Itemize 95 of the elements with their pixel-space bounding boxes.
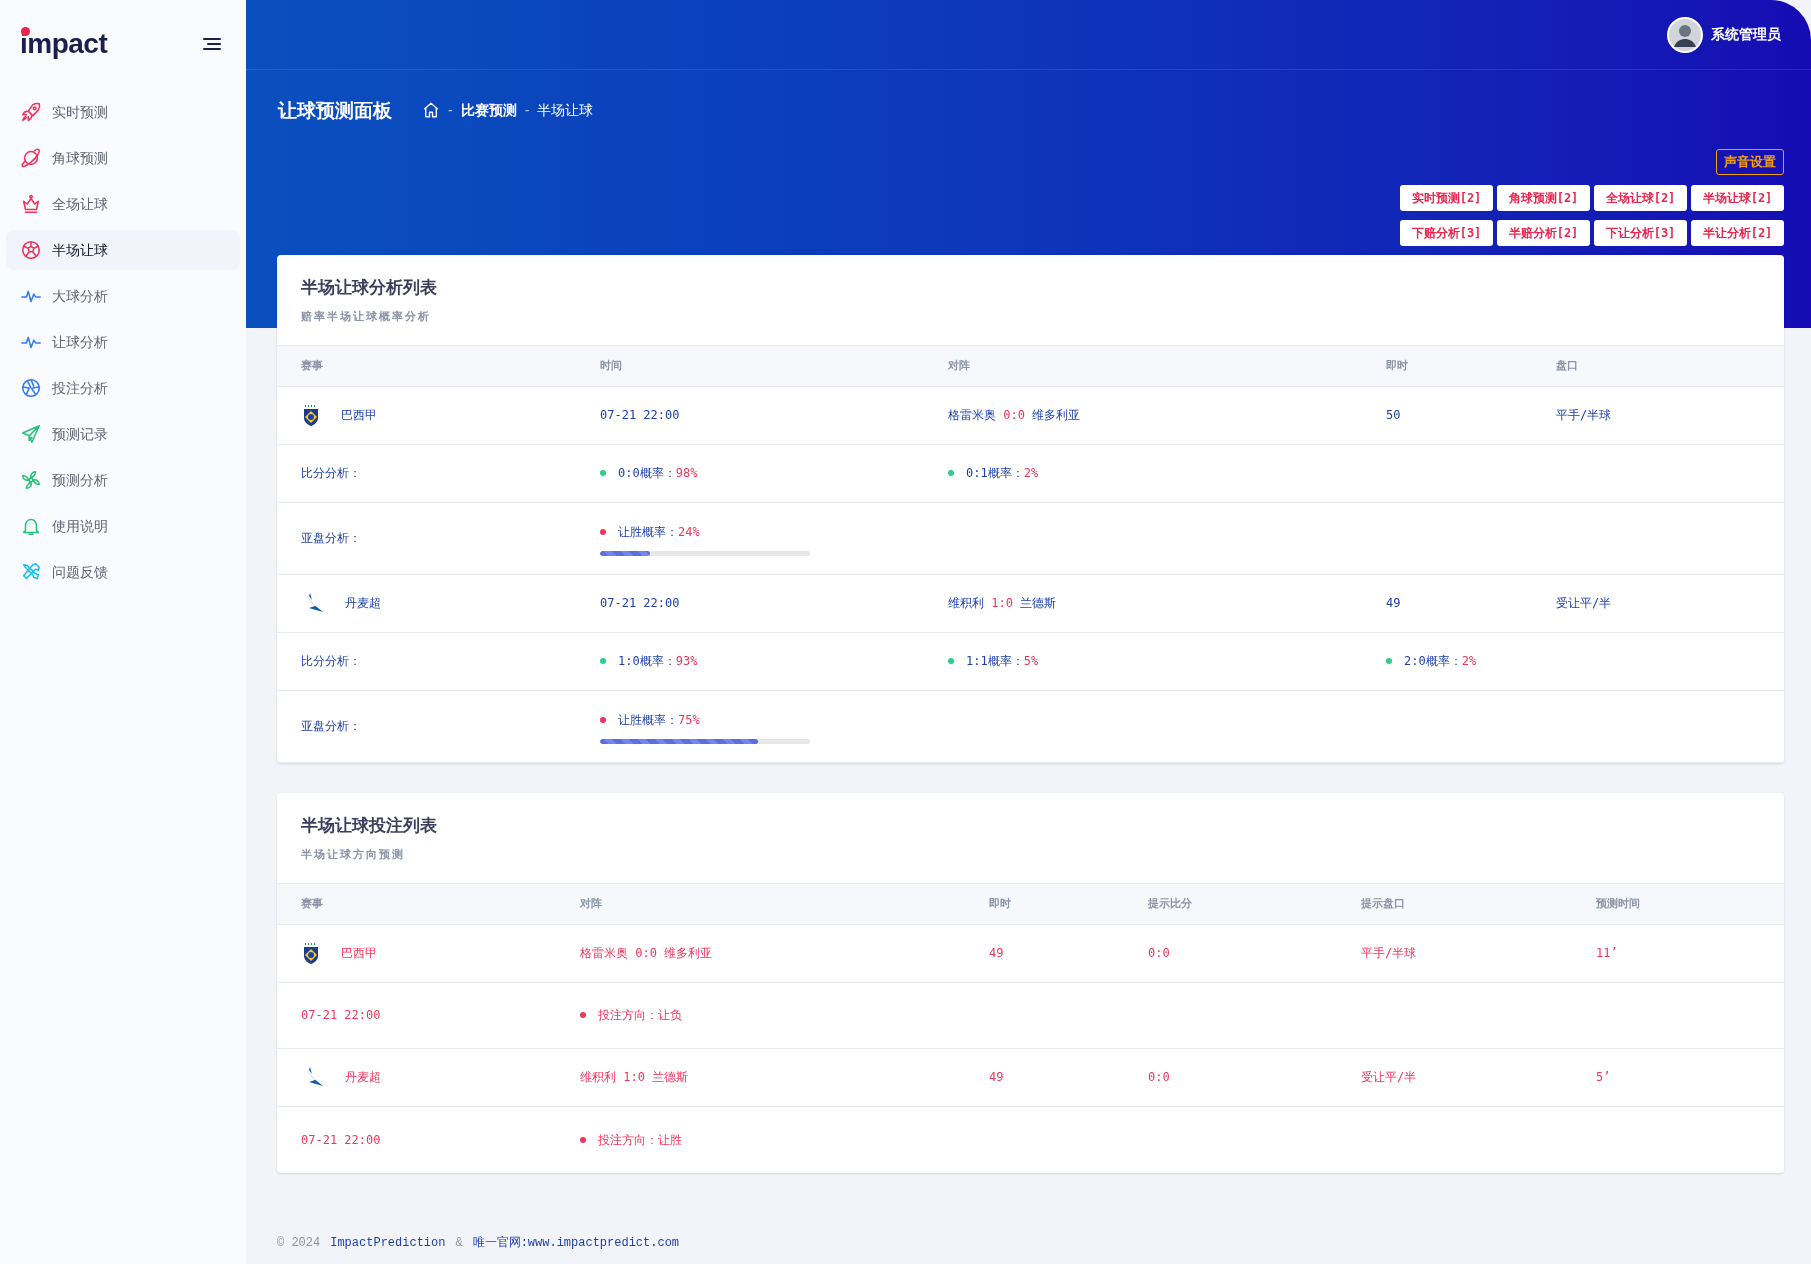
score-probability: 1:1概率：5% [966,653,1039,670]
page-title: 让球预测面板 [278,98,392,123]
tip-handicap: 平手/半球 [1361,945,1418,962]
card-subtitle: 赔率半场让球概率分析 [301,309,432,324]
crest-icon [301,941,321,965]
column-header: 盘口 [1556,358,1579,374]
sidebar-item[interactable]: 实时预测 [6,92,240,132]
column-header: 对阵 [580,896,603,912]
column-header: 即时 [989,896,1012,912]
tip-score: 0:0 [1148,1069,1171,1086]
league-name: 丹麦超 [345,595,381,612]
fan-icon [20,469,42,491]
rocket-icon [20,101,42,123]
score-probability: 2:0概率：2% [1404,653,1477,670]
score-probability: 1:0概率：93% [618,653,698,670]
quick-link-button[interactable]: 下赔分析[3] [1400,219,1493,246]
quick-link-button[interactable]: 实时预测[2] [1400,184,1493,211]
home-icon[interactable] [422,101,440,120]
column-header: 赛事 [301,358,324,374]
quick-link-button[interactable]: 角球预测[2] [1497,184,1590,211]
crest-icon [301,403,321,427]
score-probability: 0:1概率：2% [966,465,1039,482]
column-header: 预测时间 [1596,896,1641,912]
sound-settings-button[interactable]: 声音设置 [1716,148,1784,175]
row-label: 亚盘分析： [301,718,362,735]
predict-time: 11’ [1596,945,1619,962]
quick-link-button[interactable]: 下让分析[3] [1594,219,1687,246]
column-header: 提示盘口 [1361,896,1406,912]
sidebar-item[interactable]: 大球分析 [6,276,240,316]
bet-direction: 投注方向：让胜 [598,1131,682,1149]
paper-plane-icon [20,423,42,445]
match-teams: 格雷米奥 0:0 维多利亚 [948,407,1082,424]
live-minute: 49 [1386,595,1402,612]
sidebar-item[interactable]: 让球分析 [6,322,240,362]
league-name: 丹麦超 [345,1069,381,1086]
column-header: 时间 [600,358,623,374]
column-header: 对阵 [948,358,971,374]
sidebar-item[interactable]: 使用说明 [6,506,240,546]
copyright-text: © 2024 [277,1235,321,1252]
match-time: 07-21 22:00 [301,1007,382,1024]
planet-icon [20,147,42,169]
match-teams: 维积利 1:0 兰德斯 [580,1069,690,1086]
tip-score: 0:0 [1148,945,1171,962]
sidebar-item[interactable]: 角球预测 [6,138,240,178]
live-minute: 49 [989,945,1005,962]
card-subtitle: 半场让球方向预测 [301,847,406,862]
company-link[interactable]: ImpactPrediction [330,1234,446,1252]
row-label: 比分分析： [301,465,362,482]
handicap: 平手/半球 [1556,407,1613,424]
breadcrumb-separator: - [524,100,530,120]
sidebar-item[interactable]: 全场让球 [6,184,240,224]
sidebar-item[interactable]: 投注分析 [6,368,240,408]
quick-link-button[interactable]: 半场让球[2] [1691,184,1784,211]
card-title: 半场让球分析列表 [301,276,438,299]
sidebar-item[interactable]: 预测记录 [6,414,240,454]
crown-icon [20,193,42,215]
ampersand-text: & [455,1235,463,1252]
column-header: 提示比分 [1148,896,1193,912]
match-time: 07-21 22:00 [600,407,681,424]
menu-icon[interactable] [202,36,222,52]
card-title: 半场让球投注列表 [301,814,438,837]
live-minute: 49 [989,1069,1005,1086]
row-label: 亚盘分析： [301,530,362,547]
handicap: 受让平/半 [1556,595,1613,612]
win-probability: 让胜概率：24% [618,523,700,541]
quick-link-button[interactable]: 半让分析[2] [1691,219,1784,246]
match-teams: 维积利 1:0 兰德斯 [948,595,1058,612]
quick-link-button[interactable]: 半赔分析[2] [1497,219,1590,246]
win-probability: 让胜概率：75% [618,711,700,729]
current-page-label: 半场让球 [537,100,594,120]
breadcrumb-separator: - [448,100,453,120]
tip-handicap: 受让平/半 [1361,1069,1418,1086]
live-minute: 50 [1386,407,1402,424]
column-header: 赛事 [301,896,324,912]
column-header: 即时 [1386,358,1409,374]
sidebar-item[interactable]: 预测分析 [6,460,240,500]
breadcrumb-link[interactable]: 比赛预测 [460,99,517,121]
league-name: 巴西甲 [341,945,377,962]
aperture-icon [20,377,42,399]
league-name: 巴西甲 [341,407,377,424]
quick-link-button[interactable]: 全场让球[2] [1594,184,1687,211]
bet-direction: 投注方向：让负 [598,1007,682,1024]
user-name[interactable]: 系统管理员 [1711,24,1781,45]
website-link[interactable]: 唯一官网:www.impactpredict.com [472,1234,680,1252]
score-probability: 0:0概率：98% [618,465,698,482]
avatar-icon[interactable] [1667,16,1703,53]
sidebar-item[interactable]: 半场让球 [6,230,240,270]
sidebar-item[interactable]: 问题反馈 [6,552,240,592]
predict-time: 5’ [1596,1069,1612,1086]
match-time: 07-21 22:00 [600,595,681,612]
row-label: 比分分析： [301,653,362,670]
soccer-ball-icon [20,239,42,261]
match-teams: 格雷米奥 0:0 维多利亚 [580,945,714,962]
logo: impact [20,26,108,61]
match-time: 07-21 22:00 [301,1131,382,1149]
